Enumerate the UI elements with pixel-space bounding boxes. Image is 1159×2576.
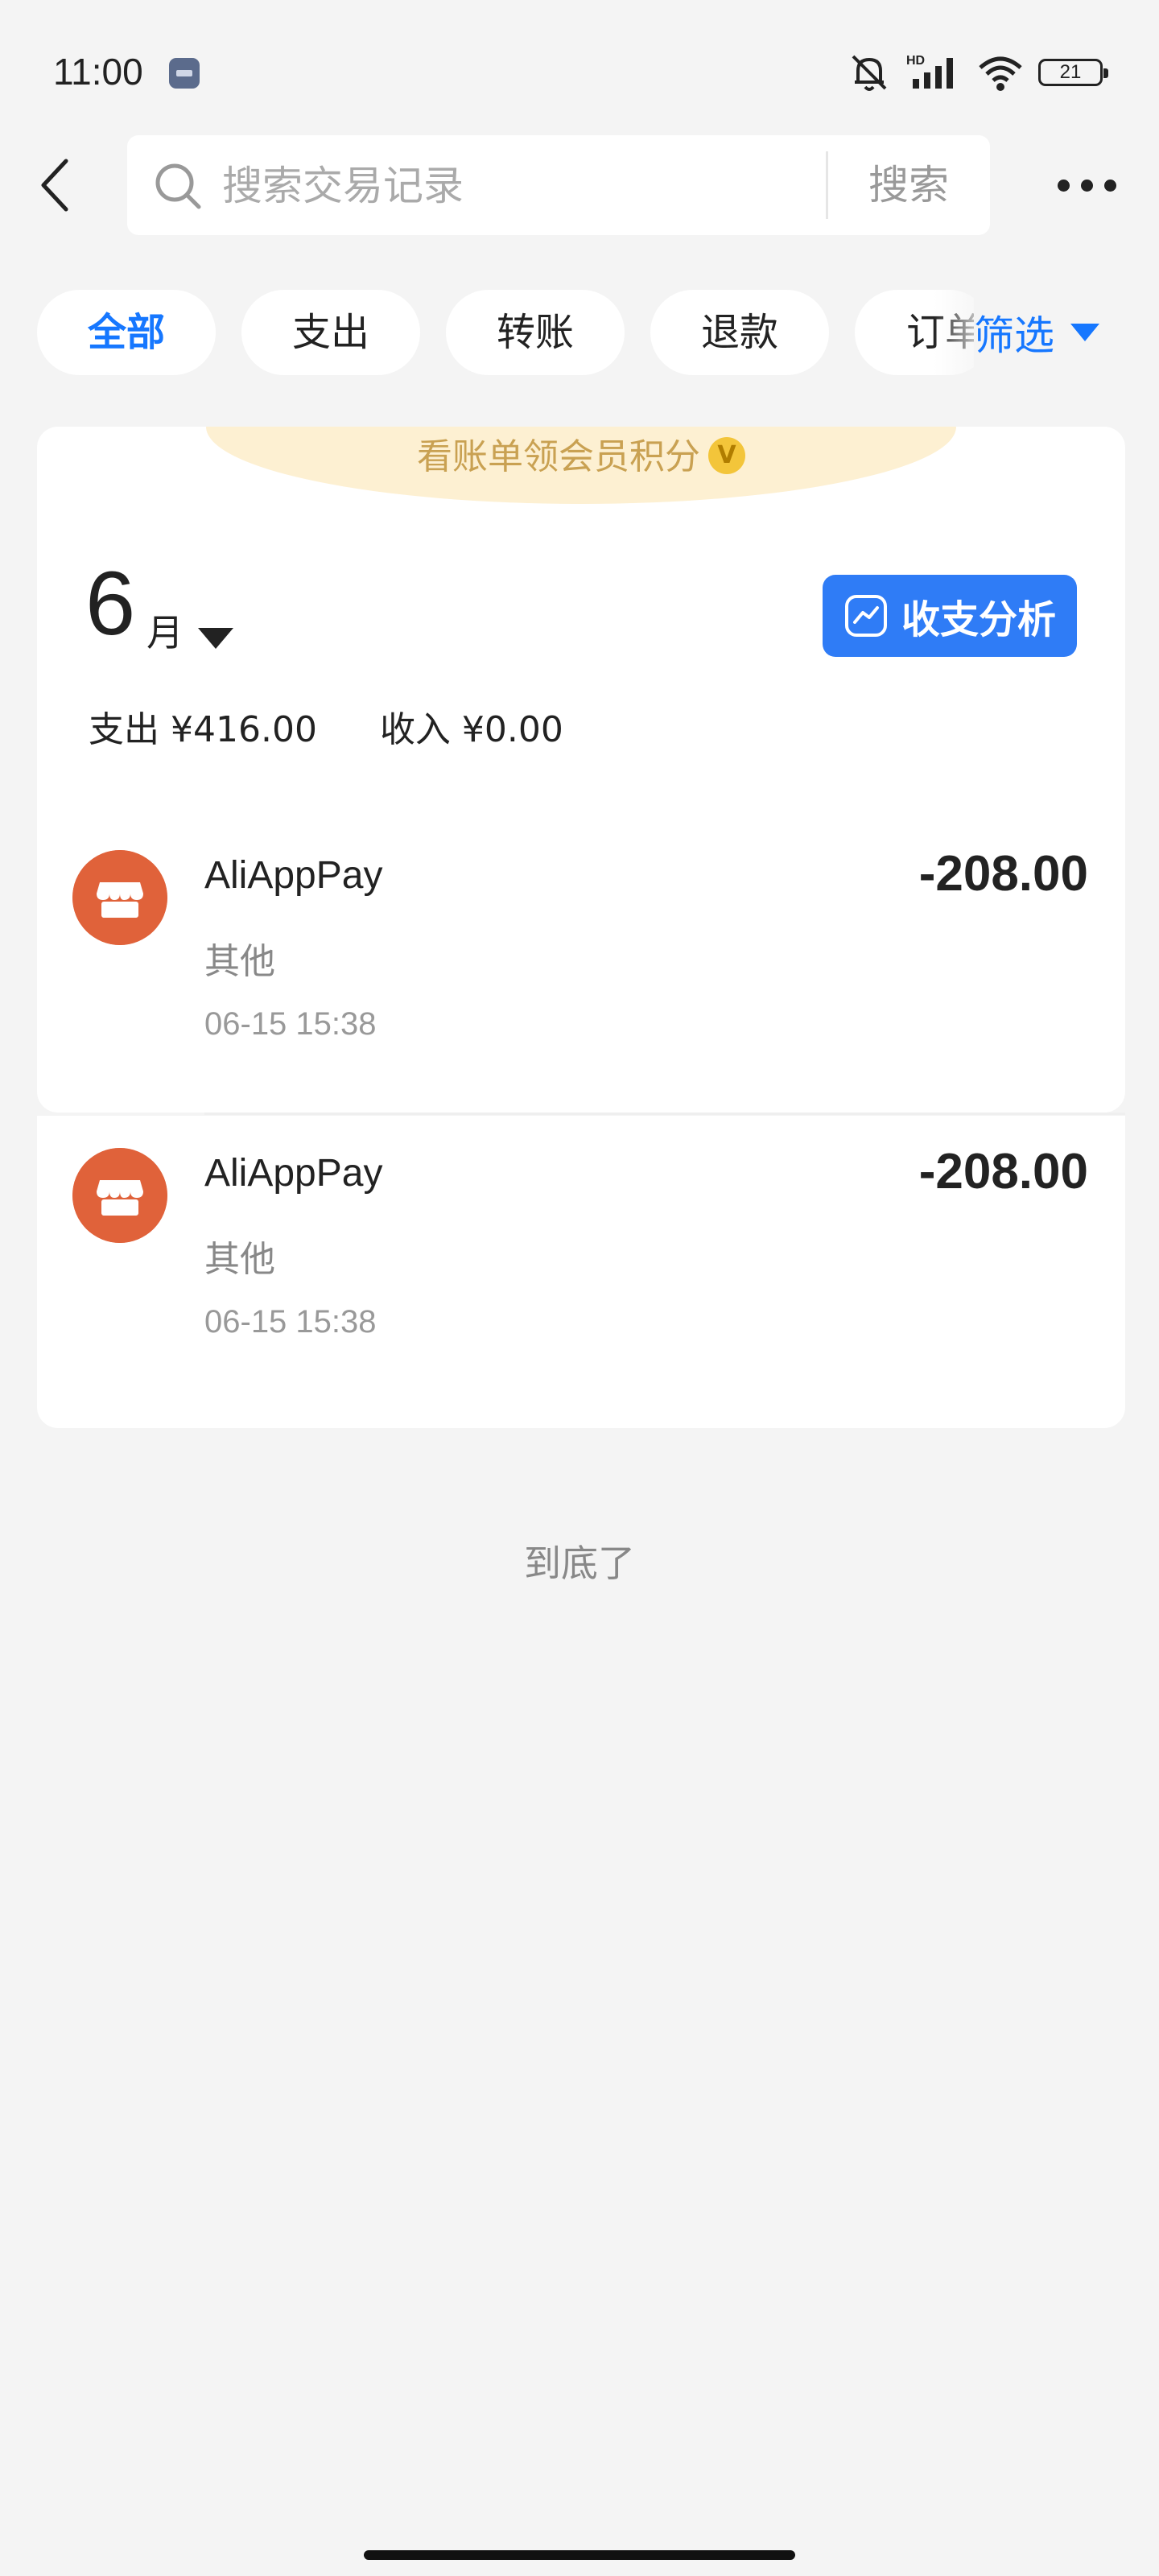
search-icon bbox=[155, 163, 201, 209]
merchant-name: AliAppPay bbox=[204, 1152, 383, 1195]
home-indicator[interactable] bbox=[364, 2550, 795, 2560]
month-unit[interactable]: 月 bbox=[146, 604, 184, 657]
transaction-row[interactable]: AliAppPay 其他 06-15 15:38 -208.00 bbox=[37, 1119, 1125, 1340]
search-input[interactable] bbox=[221, 159, 924, 213]
more-dot-icon bbox=[1080, 179, 1093, 192]
transaction-amount: -208.00 bbox=[918, 846, 1088, 902]
notification-app-icon bbox=[169, 58, 200, 89]
monthly-summary: 支出 ¥416.00 收入 ¥0.00 bbox=[89, 700, 563, 752]
month-number[interactable]: 6 bbox=[85, 551, 135, 656]
more-dot-icon bbox=[1057, 179, 1070, 192]
banner-text: 看账单领会员积分 bbox=[417, 436, 700, 477]
mute-bell-icon bbox=[852, 55, 887, 91]
bill-card-continued: AliAppPay 其他 06-15 15:38 -208.00 bbox=[37, 1116, 1125, 1428]
tab-transfer[interactable]: 转账 bbox=[446, 290, 625, 375]
battery-indicator: 21 bbox=[1038, 59, 1108, 86]
shop-icon bbox=[72, 1148, 167, 1243]
search-bar: 搜索 bbox=[127, 135, 990, 235]
transaction-category: 其他 bbox=[204, 1239, 275, 1280]
transaction-amount: -208.00 bbox=[918, 1144, 1088, 1199]
transaction-time: 06-15 15:38 bbox=[204, 1006, 377, 1042]
transaction-row[interactable]: AliAppPay 其他 06-15 15:38 -208.00 bbox=[37, 821, 1125, 1042]
member-points-banner[interactable]: 看账单领会员积分 V bbox=[206, 427, 956, 504]
search-divider bbox=[826, 151, 828, 219]
wifi-icon bbox=[979, 56, 1022, 91]
trend-chart-icon bbox=[844, 595, 887, 637]
filter-label: 筛选 bbox=[974, 312, 1054, 359]
income-total: 收入 ¥0.00 bbox=[379, 709, 563, 750]
bill-card: 看账单领会员积分 V 6 月 收支分析 支出 ¥416.00 收入 ¥0.00 A… bbox=[37, 427, 1125, 1113]
expense-total: 支出 ¥416.00 bbox=[89, 709, 317, 750]
battery-level: 21 bbox=[1059, 61, 1082, 83]
more-dot-icon bbox=[1103, 179, 1116, 192]
vip-badge-icon: V bbox=[708, 437, 745, 474]
filter-tabs: 全部 支出 转账 退款 订单 bbox=[37, 290, 992, 375]
triangle-down-icon bbox=[1070, 324, 1099, 341]
tab-all[interactable]: 全部 bbox=[37, 290, 216, 375]
signal-icon: HD bbox=[906, 54, 953, 89]
svg-text:HD: HD bbox=[906, 54, 925, 68]
more-options-button[interactable] bbox=[1046, 165, 1127, 205]
analysis-button[interactable]: 收支分析 bbox=[823, 575, 1077, 657]
back-arrow-icon[interactable] bbox=[32, 153, 80, 217]
row-divider bbox=[204, 1113, 1125, 1115]
status-time: 11:00 bbox=[53, 51, 143, 93]
search-button[interactable]: 搜索 bbox=[848, 158, 969, 213]
shop-icon bbox=[72, 850, 167, 945]
analysis-button-label: 收支分析 bbox=[901, 597, 1056, 642]
filter-button[interactable]: 筛选 bbox=[974, 290, 1148, 375]
transaction-time: 06-15 15:38 bbox=[204, 1304, 377, 1340]
status-icons: HD 21 bbox=[847, 52, 1108, 93]
tab-expense[interactable]: 支出 bbox=[241, 290, 420, 375]
transaction-category: 其他 bbox=[204, 941, 275, 982]
end-of-list-text: 到底了 bbox=[524, 1542, 635, 1585]
month-dropdown-icon[interactable] bbox=[198, 628, 233, 649]
tab-refund[interactable]: 退款 bbox=[650, 290, 829, 375]
merchant-name: AliAppPay bbox=[204, 854, 383, 897]
